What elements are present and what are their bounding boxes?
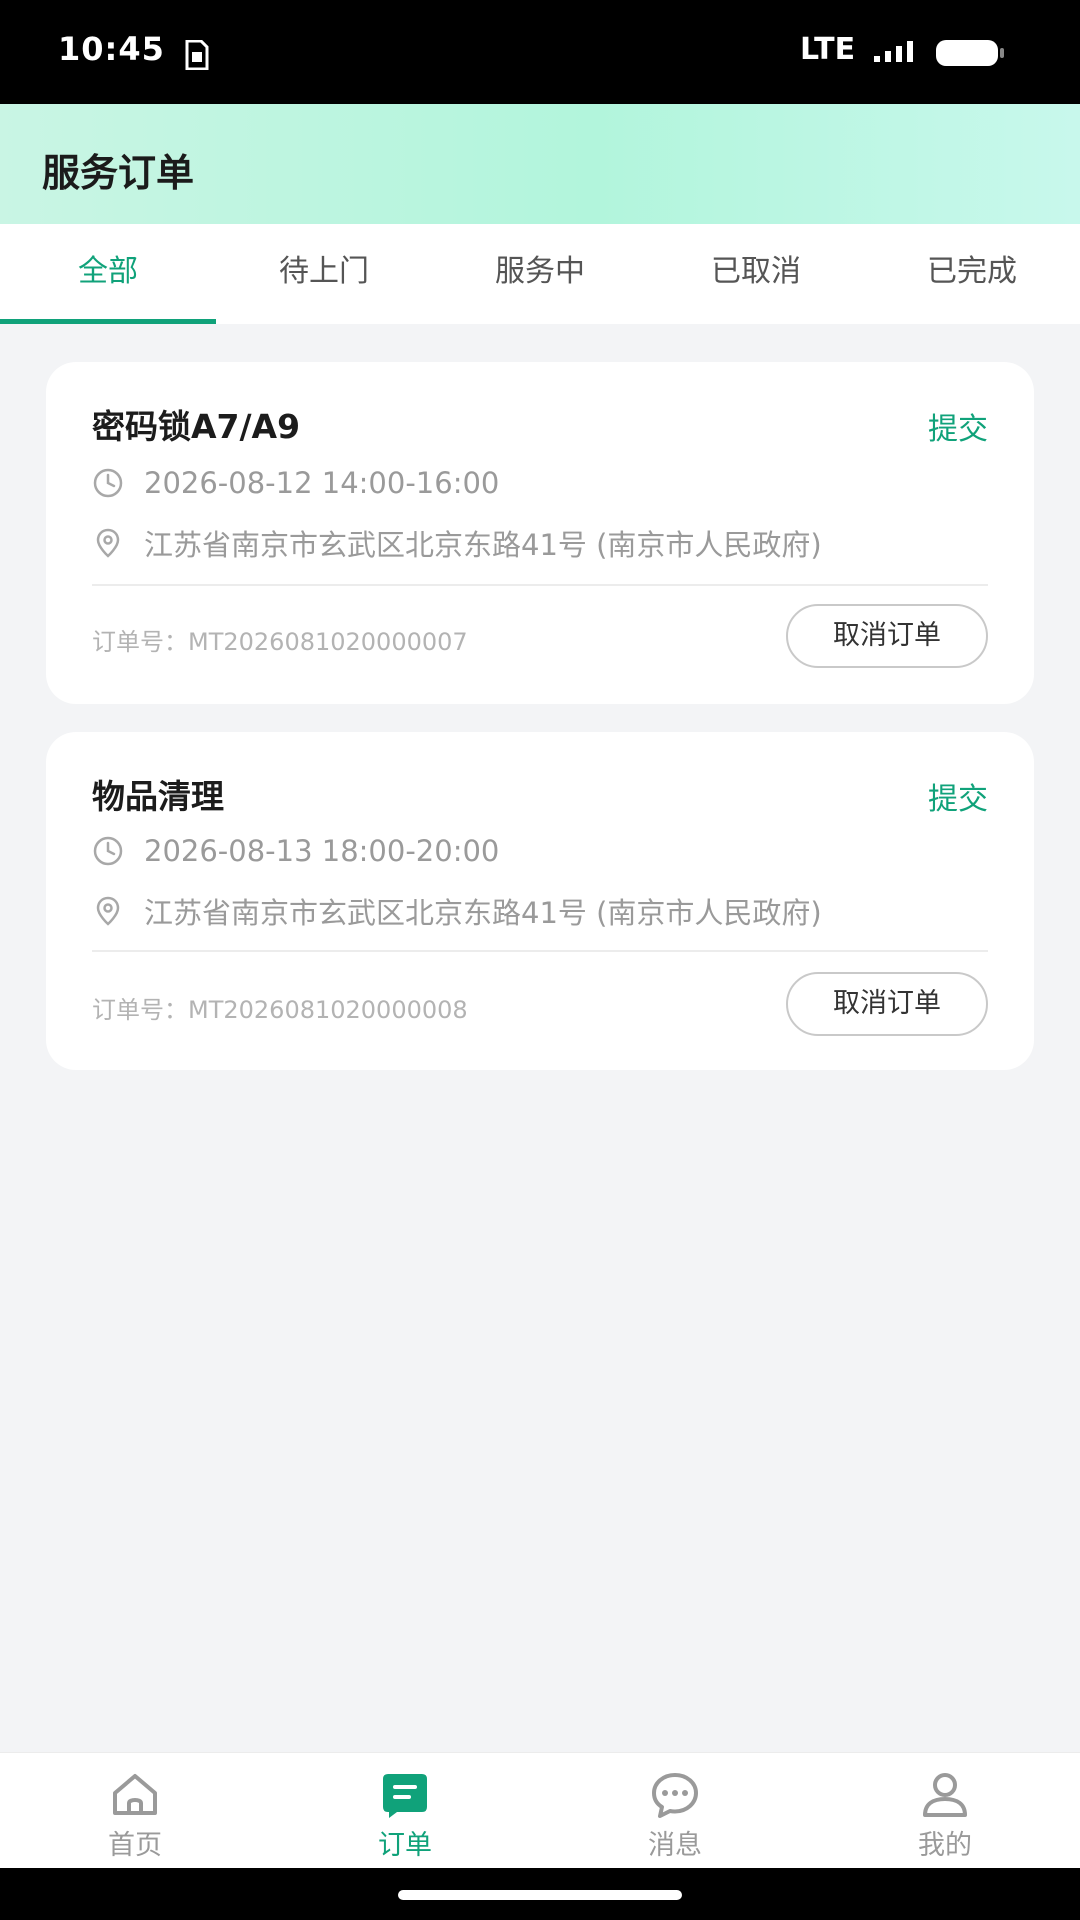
order-time: 2026-08-12 14:00-16:00 [144,466,500,500]
tab-pending-visit[interactable]: 待上门 [216,224,432,324]
nav-profile-label: 我的 [918,1830,972,1861]
tab-completed[interactable]: 已完成 [864,224,1080,324]
profile-icon [923,1773,967,1817]
nav-messages[interactable]: 消息 [540,1753,810,1869]
order-icon [383,1774,427,1818]
nav-messages-label: 消息 [648,1830,702,1861]
page-header: 服务订单 [0,104,1080,224]
message-icon [652,1773,698,1818]
clock-icon [93,836,123,866]
clock-icon [93,468,123,498]
order-time-row: 2026-08-12 14:00-16:00 [92,466,499,500]
nav-profile[interactable]: 我的 [810,1753,1080,1869]
location-pin-icon [96,528,120,558]
nav-home-label: 首页 [108,1830,162,1861]
nav-orders[interactable]: 订单 [270,1753,540,1869]
order-title: 物品清理 [92,777,224,816]
home-indicator[interactable] [398,1890,682,1900]
order-status: 提交 [928,782,988,817]
order-address-row: 江苏省南京市玄武区北京东路41号 (南京市人民政府) [92,890,822,932]
order-address: 江苏省南京市玄武区北京东路41号 (南京市人民政府) [144,528,822,562]
battery-icon [936,40,1004,66]
order-time-row: 2026-08-13 18:00-20:00 [92,834,499,868]
location-pin-icon [96,896,120,926]
order-card[interactable]: 密码锁A7/A9 提交 2026-08-12 14:00-16:00 江苏省南京… [46,362,1034,704]
order-number: 订单号：MT2026081020000007 [92,628,468,656]
tab-cancelled[interactable]: 已取消 [648,224,864,324]
cancel-order-button[interactable]: 取消订单 [786,972,988,1036]
status-time: 10:45 [58,30,165,68]
network-type: LTE [800,32,856,67]
card-divider [92,584,988,586]
order-title: 密码锁A7/A9 [92,407,301,446]
order-tabs: 全部 待上门 服务中 已取消 已完成 [0,224,1080,324]
order-address: 江苏省南京市玄武区北京东路41号 (南京市人民政府) [144,896,822,930]
home-icon [113,1774,157,1815]
page-title: 服务订单 [42,151,195,195]
order-time: 2026-08-13 18:00-20:00 [144,834,500,868]
sim-card-icon [185,40,209,70]
card-divider [92,950,988,952]
signal-icon [874,41,913,62]
order-status: 提交 [928,412,988,447]
status-bar: 10:45 LTE [0,0,1080,104]
tab-in-service[interactable]: 服务中 [432,224,648,324]
nav-home[interactable]: 首页 [0,1753,270,1869]
nav-orders-label: 订单 [378,1830,432,1861]
tab-all[interactable]: 全部 [0,224,216,324]
cancel-order-button[interactable]: 取消订单 [786,604,988,668]
order-card[interactable]: 物品清理 提交 2026-08-13 18:00-20:00 江苏省南京市玄武区… [46,732,1034,1070]
order-number: 订单号：MT2026081020000008 [92,996,468,1024]
bottom-nav: 首页 订单 消息 我的 [0,1752,1080,1869]
order-address-row: 江苏省南京市玄武区北京东路41号 (南京市人民政府) [92,522,822,564]
